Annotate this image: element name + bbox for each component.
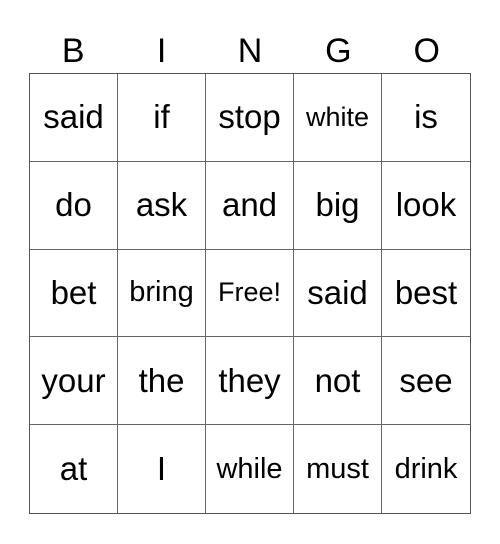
bingo-cell[interactable]: see bbox=[382, 337, 470, 426]
bingo-cell[interactable]: bet bbox=[30, 249, 118, 338]
bingo-cell[interactable]: ask bbox=[118, 161, 206, 250]
bingo-cell[interactable]: they bbox=[206, 337, 294, 426]
bingo-cell[interactable]: white bbox=[294, 74, 382, 162]
bingo-cell[interactable]: while bbox=[206, 425, 294, 513]
bingo-cell[interactable]: said bbox=[294, 249, 382, 338]
bingo-cell[interactable]: and bbox=[206, 161, 294, 250]
bingo-cell[interactable]: the bbox=[118, 337, 206, 426]
bingo-cell[interactable]: if bbox=[118, 74, 206, 162]
bingo-cell[interactable]: do bbox=[30, 161, 118, 250]
free-space-cell[interactable]: Free! bbox=[206, 249, 294, 338]
header-letter-o: O bbox=[413, 32, 440, 70]
bingo-cell[interactable]: your bbox=[30, 337, 118, 426]
bingo-cell[interactable]: stop bbox=[206, 74, 294, 162]
bingo-cell[interactable]: best bbox=[382, 250, 470, 338]
bingo-card: said if stop white is do ask and big loo… bbox=[29, 73, 471, 514]
header-letter-g: G bbox=[325, 32, 352, 70]
bingo-cell[interactable]: bring bbox=[118, 249, 206, 338]
header-letter-b: B bbox=[61, 32, 85, 70]
bingo-cell[interactable]: not bbox=[294, 337, 382, 426]
bingo-cell[interactable]: is bbox=[382, 74, 470, 162]
bingo-cell[interactable]: drink bbox=[382, 425, 470, 513]
header-letter-n: N bbox=[237, 32, 263, 70]
bingo-cell[interactable]: I bbox=[118, 425, 206, 513]
bingo-cell[interactable]: must bbox=[294, 425, 382, 513]
bingo-cell[interactable]: at bbox=[30, 425, 118, 513]
bingo-cell[interactable]: look bbox=[382, 162, 470, 250]
bingo-cell[interactable]: big bbox=[294, 161, 382, 250]
bingo-cell[interactable]: said bbox=[30, 74, 118, 162]
header-letter-i: I bbox=[156, 32, 167, 70]
bingo-header: B I N G O bbox=[29, 30, 471, 73]
